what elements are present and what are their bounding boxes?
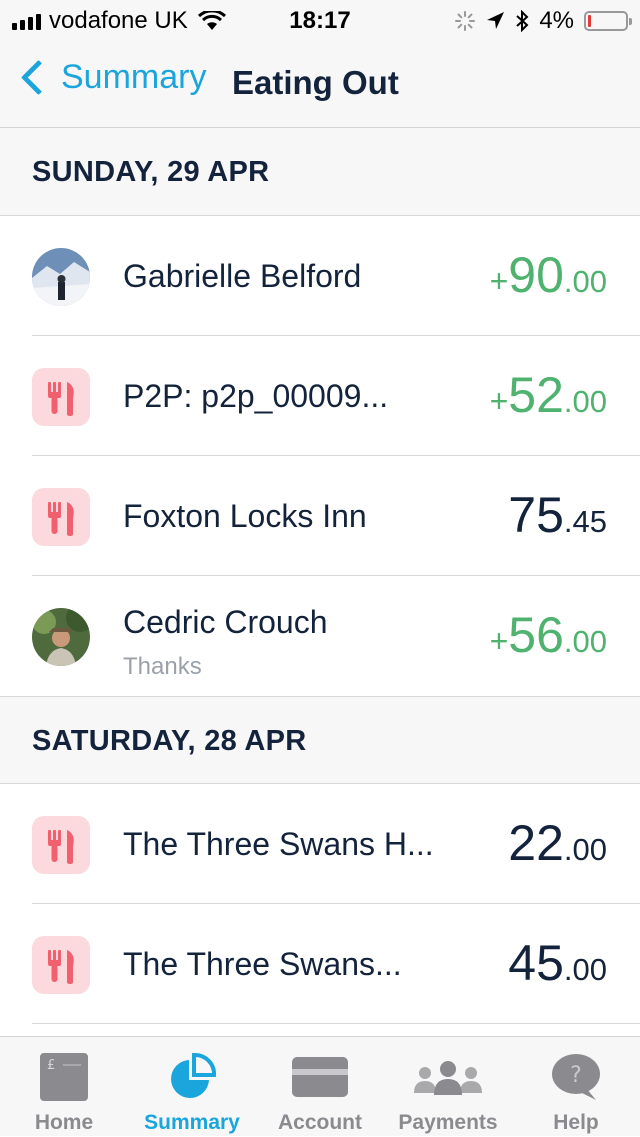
amount: +56.00 xyxy=(489,607,607,663)
pie-chart-icon xyxy=(171,1052,217,1098)
tab-summary[interactable]: Summary xyxy=(128,1037,256,1137)
tab-label: Payments xyxy=(398,1111,498,1134)
help-icon: ? xyxy=(552,1054,600,1100)
battery-percent: 4% xyxy=(539,7,574,34)
eating-out-icon xyxy=(32,936,90,994)
amount: 22.00 xyxy=(508,815,607,871)
card-icon xyxy=(292,1057,348,1097)
transaction-row[interactable]: Gabrielle Belford +90.00 xyxy=(0,216,640,336)
chevron-left-icon xyxy=(20,59,57,96)
home-icon: £ xyxy=(40,1053,88,1101)
tab-help[interactable]: ? Help xyxy=(512,1037,640,1137)
tab-account[interactable]: Account xyxy=(256,1037,384,1137)
page-title: Eating Out xyxy=(232,64,399,101)
eating-out-icon xyxy=(32,368,90,426)
bluetooth-icon xyxy=(516,10,529,32)
amount: 75.45 xyxy=(508,487,607,543)
tab-bar: £ Home Summary Account Payments ? Help xyxy=(0,1036,640,1136)
back-button-label: Summary xyxy=(61,58,207,96)
tab-payments[interactable]: Payments xyxy=(384,1037,512,1137)
amount: +90.00 xyxy=(489,247,607,303)
transaction-row[interactable]: P2P: p2p_00009... +52.00 xyxy=(0,336,640,456)
tab-label: Summary xyxy=(144,1111,240,1134)
tab-label: Help xyxy=(553,1111,599,1134)
location-arrow-icon xyxy=(487,12,505,29)
status-bar: vodafone UK 18:17 4% xyxy=(0,0,640,40)
section-header-date: SATURDAY, 28 APR xyxy=(0,696,640,784)
transaction-row[interactable]: The Three Swans... 45.00 xyxy=(0,904,640,1024)
svg-text:£: £ xyxy=(47,1058,55,1073)
tab-label: Account xyxy=(278,1111,362,1134)
svg-text:?: ? xyxy=(570,1063,582,1088)
navigation-bar: Summary Eating Out xyxy=(0,40,640,128)
merchant-name: Gabrielle Belford xyxy=(123,258,362,294)
merchant-name: The Three Swans H... xyxy=(123,826,434,862)
battery-icon xyxy=(584,11,632,31)
amount: +52.00 xyxy=(489,367,607,423)
transaction-row[interactable]: Cedric Crouch Thanks +56.00 xyxy=(0,576,640,696)
people-icon xyxy=(414,1061,482,1095)
avatar xyxy=(32,608,90,666)
eating-out-icon xyxy=(32,816,90,874)
transaction-note: Thanks xyxy=(123,653,202,680)
merchant-name: Cedric Crouch xyxy=(123,604,328,640)
transaction-row[interactable]: Foxton Locks Inn 75.45 xyxy=(0,456,640,576)
avatar xyxy=(32,248,90,306)
tab-label: Home xyxy=(34,1111,94,1134)
transaction-row[interactable]: The Three Swans H... 22.00 xyxy=(0,784,640,904)
merchant-name: P2P: p2p_00009... xyxy=(123,378,389,414)
eating-out-icon xyxy=(32,488,90,546)
section-header-date: SUNDAY, 29 APR xyxy=(0,128,640,216)
amount: 45.00 xyxy=(508,935,607,991)
tab-home[interactable]: £ Home xyxy=(0,1037,128,1137)
back-button[interactable]: Summary xyxy=(16,58,206,97)
activity-spinner-icon xyxy=(455,11,476,31)
merchant-name: Foxton Locks Inn xyxy=(123,498,367,534)
merchant-name: The Three Swans... xyxy=(123,946,402,982)
